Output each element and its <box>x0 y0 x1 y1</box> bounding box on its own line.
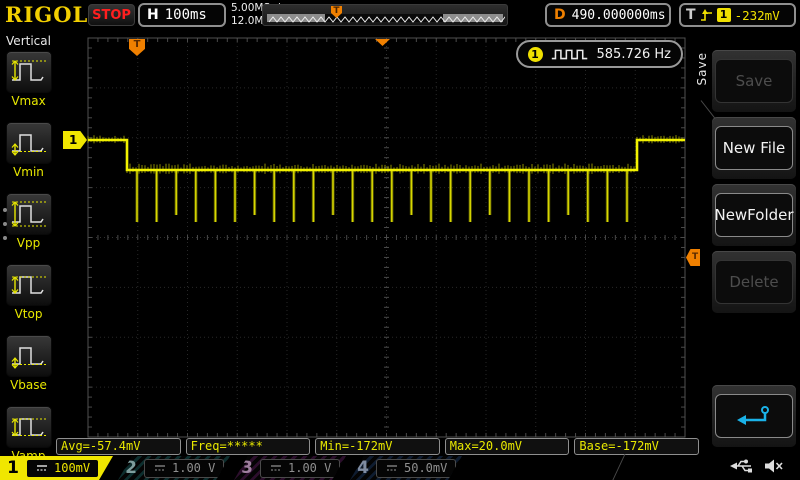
measurement-base: Base=-172mV <box>574 438 699 455</box>
vbase-icon <box>5 335 52 377</box>
graticule-and-trace <box>87 37 686 438</box>
channel-number: 4 <box>357 458 369 478</box>
channel-status-bar: 1 100mV 2 1.00 V3 1.00 V4 50.0mV <box>0 454 800 480</box>
oscilloscope-screen: RIGOL STOP H 100ms 5.00MSa/s 12.0M pts T… <box>0 0 800 480</box>
channel-scale-value: 1.00 V <box>288 461 332 475</box>
menu-item-vmin[interactable]: Vmin <box>0 122 57 190</box>
channel-4-indicator[interactable]: 4 50.0mV <box>350 456 462 480</box>
measurement-min: Min=-172mV <box>315 438 440 455</box>
measurement-avg: Avg=-57.4mV <box>56 438 181 455</box>
frequency-counter: 1 585.726 Hz <box>515 40 683 68</box>
vpp-icon <box>5 193 52 235</box>
top-bar: RIGOL STOP H 100ms 5.00MSa/s 12.0M pts T… <box>0 0 800 30</box>
menu-item-vbase[interactable]: Vbase <box>0 335 57 403</box>
memory-waveform-strip <box>267 14 505 23</box>
channel-1-indicator[interactable]: 1 100mV <box>0 456 113 480</box>
channel-number: 1 <box>7 458 19 478</box>
newfolder-softkey: NewFolder <box>712 184 796 246</box>
channel-scale-value: 50.0mV <box>404 461 448 475</box>
return-arrow-icon <box>737 406 769 425</box>
channel-scale-value: 1.00 V <box>172 461 216 475</box>
measurement-max: Max=20.0mV <box>444 438 570 455</box>
menu-item-label: Vmax <box>11 94 46 108</box>
trigger-source-badge: 1 <box>716 8 731 22</box>
page-dot <box>3 208 7 212</box>
vmax-icon <box>5 51 52 93</box>
channel-scale-box: 50.0mV <box>376 459 456 478</box>
timebase-value: 100ms <box>164 7 207 23</box>
menu-title: Vertical <box>6 34 51 48</box>
save-softkey: Save <box>712 50 796 112</box>
measurement-results-row: Avg=-57.4mV Freq=***** Min=-172mV Max=20.0m… <box>56 438 699 455</box>
vmin-icon <box>5 122 52 164</box>
left-measure-menu: Vertical Vmax Vmin Vpp Vtop Vbase Vamp <box>0 30 57 463</box>
timebase-box: H 100ms <box>138 3 226 27</box>
channel-scale-box: 1.00 V <box>260 459 340 478</box>
trigger-box: T 1 -232mV <box>679 3 796 27</box>
counter-channel-badge: 1 <box>527 46 543 62</box>
menu-item-label: Vbase <box>10 378 47 392</box>
page-dot <box>3 236 7 240</box>
new-file-button[interactable]: New File <box>715 126 793 170</box>
dc-coupling-icon <box>269 463 283 473</box>
channel-number: 3 <box>241 458 253 478</box>
channel-scale-box: 100mV <box>26 459 99 478</box>
menu-item-vmax[interactable]: Vmax <box>0 51 57 119</box>
dc-coupling-icon <box>153 463 167 473</box>
return-softkey <box>712 385 796 447</box>
dc-coupling-icon <box>35 463 49 473</box>
measurement-freq: Freq=***** <box>185 438 311 455</box>
vamp-icon <box>5 406 52 448</box>
channel-3-indicator[interactable]: 3 1.00 V <box>234 456 346 480</box>
rising-edge-icon <box>700 8 712 21</box>
vtop-icon <box>5 264 52 306</box>
channel-scale-box: 1.00 V <box>144 459 224 478</box>
brand-logo: RIGOL <box>5 2 89 27</box>
channel-number: 2 <box>125 458 137 478</box>
dc-coupling-icon <box>385 463 399 473</box>
return-button[interactable] <box>715 394 793 438</box>
waveform-display-area: 1 T T 1 585.726 Hz <box>57 30 702 455</box>
delay-box: D 490.000000ms <box>545 3 671 27</box>
page-dot <box>3 222 7 226</box>
speaker-muted-icon <box>765 459 783 473</box>
newfolder-button[interactable]: NewFolder <box>714 193 794 237</box>
trigger-label: T <box>686 7 696 23</box>
right-soft-menu: Save Save New File NewFolder Delete <box>695 30 800 455</box>
channel-2-indicator[interactable]: 2 1.00 V <box>118 456 230 480</box>
new-file-softkey: New File <box>712 117 796 179</box>
status-divider <box>611 454 626 480</box>
usb-icon <box>730 459 752 473</box>
preview-waveform-icon <box>268 16 505 23</box>
menu-item-label: Vmin <box>13 165 44 179</box>
menu-item-label: Vpp <box>16 236 41 250</box>
run-state-badge: STOP <box>88 4 135 26</box>
menu-item-vtop[interactable]: Vtop <box>0 264 57 332</box>
delay-label: D <box>554 7 566 23</box>
timebase-label: H <box>147 7 159 23</box>
menu-item-label: Vtop <box>14 307 43 321</box>
square-wave-icon <box>551 49 587 60</box>
delete-button[interactable]: Delete <box>715 260 793 304</box>
delay-value: 490.000000ms <box>571 7 666 23</box>
trigger-level-value: -232mV <box>734 7 780 23</box>
save-button[interactable]: Save <box>715 59 793 103</box>
menu-tab-save: Save <box>695 52 709 86</box>
delete-softkey: Delete <box>712 251 796 313</box>
menu-item-vpp[interactable]: Vpp <box>0 193 57 261</box>
channel-scale-value: 100mV <box>54 461 91 475</box>
counter-value: 585.726 Hz <box>596 46 672 62</box>
memory-preview-bar: T <box>262 4 508 26</box>
